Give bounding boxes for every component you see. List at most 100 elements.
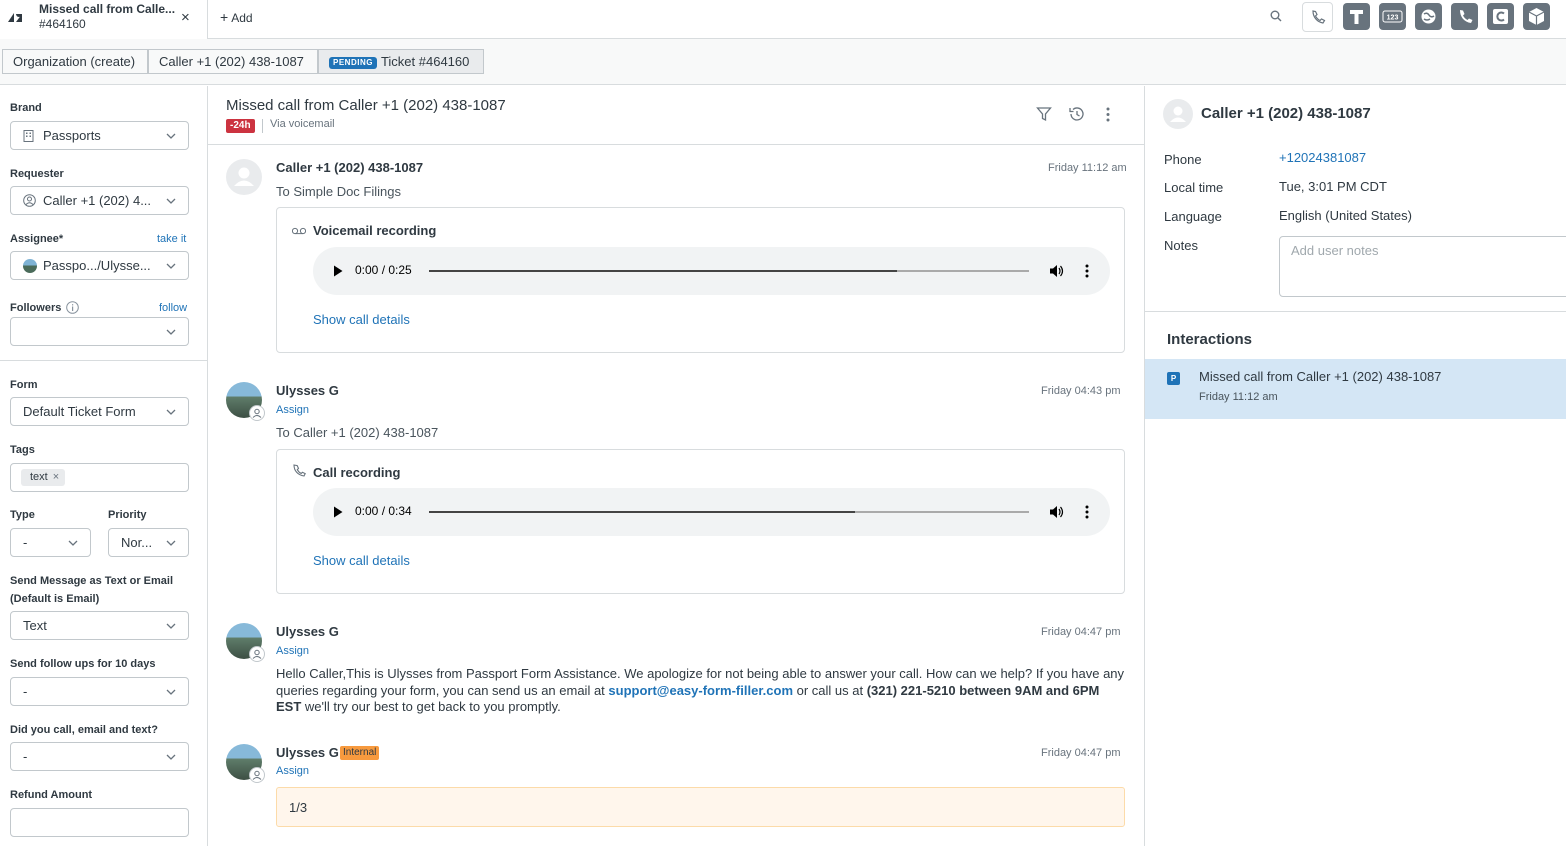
assign-link[interactable]: Assign (276, 645, 309, 657)
call-recording-card: Call recording 0:00 / 0:34 Show call det… (276, 449, 1125, 594)
take-it-link[interactable]: take it (157, 233, 186, 245)
did-you-select[interactable]: - (10, 742, 189, 771)
chevron-down-icon (166, 540, 176, 546)
tab-number: #464160 (39, 17, 86, 31)
priority-select[interactable]: Nor... (108, 528, 189, 557)
volume-icon[interactable] (1049, 505, 1064, 519)
agent-badge-icon (249, 646, 265, 662)
message-body: Hello Caller,This is Ulysses from Passpo… (276, 666, 1126, 716)
play-icon[interactable] (333, 265, 343, 277)
assignee-avatar (23, 259, 37, 273)
phone-label: Phone (1164, 152, 1202, 167)
send-message-select[interactable]: Text (10, 611, 189, 640)
breadcrumb-ticket[interactable]: PENDING Ticket #464160 (318, 49, 484, 74)
user-name[interactable]: Caller +1 (202) 438-1087 (1201, 105, 1371, 122)
audio-player[interactable]: 0:00 / 0:34 (313, 488, 1110, 536)
more-options-icon[interactable] (1085, 505, 1089, 519)
interaction-item[interactable]: P Missed call from Caller +1 (202) 438-1… (1145, 359, 1566, 419)
message-recipient: To Simple Doc Filings (276, 184, 401, 199)
followers-select[interactable] (10, 317, 189, 346)
language-value: English (United States) (1279, 208, 1412, 223)
app-123-icon[interactable]: 123 (1379, 3, 1406, 30)
refund-label: Refund Amount (10, 789, 93, 801)
talk-phone-icon[interactable] (1302, 2, 1333, 32)
form-select[interactable]: Default Ticket Form (10, 397, 189, 426)
tag-chip: text × (21, 469, 66, 486)
assign-link[interactable]: Assign (276, 765, 309, 777)
agent-badge-icon (249, 405, 265, 421)
assign-link[interactable]: Assign (276, 404, 309, 416)
message-sender: Ulysses G (276, 624, 339, 639)
more-options-icon[interactable] (1105, 107, 1111, 122)
followers-label: Followers (10, 302, 62, 314)
play-icon[interactable] (333, 506, 343, 518)
app-c-icon[interactable] (1487, 3, 1514, 30)
voicemail-icon (292, 227, 306, 235)
history-icon[interactable] (1068, 106, 1085, 122)
local-time-value: Tue, 3:01 PM CDT (1279, 179, 1387, 194)
message-text: we'll try our best to get back to you pr… (301, 699, 561, 714)
divider (1145, 311, 1566, 312)
local-time-label: Local time (1164, 180, 1224, 195)
show-call-details-link[interactable]: Show call details (313, 553, 410, 568)
ticket-tab[interactable]: Missed call from Calle... #464160 × (0, 0, 208, 39)
internal-badge: Internal (340, 746, 380, 760)
type-select[interactable]: - (10, 528, 91, 557)
voicemail-card: Voicemail recording 0:00 / 0:25 Show cal… (276, 207, 1125, 353)
language-label: Language (1164, 209, 1222, 224)
player-time: 0:00 / 0:25 (355, 263, 412, 277)
followups-select[interactable]: - (10, 677, 189, 706)
interaction-title: Missed call from Caller +1 (202) 438-108… (1199, 369, 1442, 384)
agent-badge-icon (249, 767, 265, 783)
audio-progress-track[interactable] (429, 270, 1029, 272)
chevron-down-icon (68, 540, 78, 546)
email-link[interactable]: support@easy-form-filler.com (608, 683, 793, 698)
brand-select[interactable]: Passports (10, 121, 189, 150)
card-title: Voicemail recording (313, 223, 437, 238)
priority-value: Nor... (121, 535, 153, 550)
volume-icon[interactable] (1049, 264, 1064, 278)
phone-link[interactable]: +12024381087 (1279, 150, 1366, 165)
show-call-details-link[interactable]: Show call details (313, 312, 410, 327)
message-sender: Caller +1 (202) 438-1087 (276, 160, 424, 175)
info-icon[interactable] (66, 301, 79, 314)
tab-title: Missed call from Calle... (39, 2, 176, 16)
user-context-panel: Caller +1 (202) 438-1087 Phone +12024381… (1144, 86, 1566, 846)
audio-player[interactable]: 0:00 / 0:25 (313, 247, 1110, 295)
via-channel: Via voicemail (270, 118, 335, 130)
breadcrumb-caller[interactable]: Caller +1 (202) 438-1087 (148, 49, 318, 74)
chevron-down-icon (166, 263, 176, 269)
audio-progress-track[interactable] (429, 511, 1029, 513)
audio-progress-fill (429, 511, 855, 513)
requester-select[interactable]: Caller +1 (202) 4... (10, 186, 189, 215)
ticket-header (208, 86, 1144, 145)
add-label: Add (231, 11, 253, 25)
ticket-title: Missed call from Caller +1 (202) 438-108… (226, 97, 506, 114)
divider (262, 119, 263, 133)
breadcrumb-organization[interactable]: Organization (create) (2, 49, 148, 74)
filter-icon[interactable] (1036, 106, 1052, 122)
requester-label: Requester (10, 168, 64, 180)
refund-input[interactable] (10, 808, 189, 837)
search-icon[interactable] (1270, 10, 1282, 22)
follow-link[interactable]: follow (159, 302, 187, 314)
remove-tag-icon[interactable]: × (53, 471, 59, 483)
send-message-label-2: (Default is Email) (10, 593, 100, 605)
user-notes-input[interactable]: Add user notes (1279, 236, 1566, 297)
tags-input[interactable]: text × (10, 463, 189, 492)
app-t-icon[interactable] (1343, 3, 1370, 30)
app-phone-icon[interactable] (1451, 3, 1478, 30)
more-options-icon[interactable] (1085, 264, 1089, 278)
user-avatar (1163, 99, 1193, 129)
interaction-time: Friday 11:12 am (1199, 391, 1278, 403)
close-icon[interactable]: × (181, 9, 190, 26)
message-time: Friday 04:47 pm (1041, 626, 1121, 638)
assignee-select[interactable]: Passpo.../Ulysse... (10, 251, 189, 280)
app-box-icon[interactable] (1523, 3, 1550, 30)
app-globe-icon[interactable] (1415, 3, 1442, 30)
sla-badge: -24h (226, 119, 255, 133)
message-sender: Ulysses G (276, 383, 339, 398)
add-tab-button[interactable]: + Add (220, 9, 253, 25)
tags-label: Tags (10, 444, 35, 456)
interactions-title: Interactions (1167, 331, 1253, 348)
